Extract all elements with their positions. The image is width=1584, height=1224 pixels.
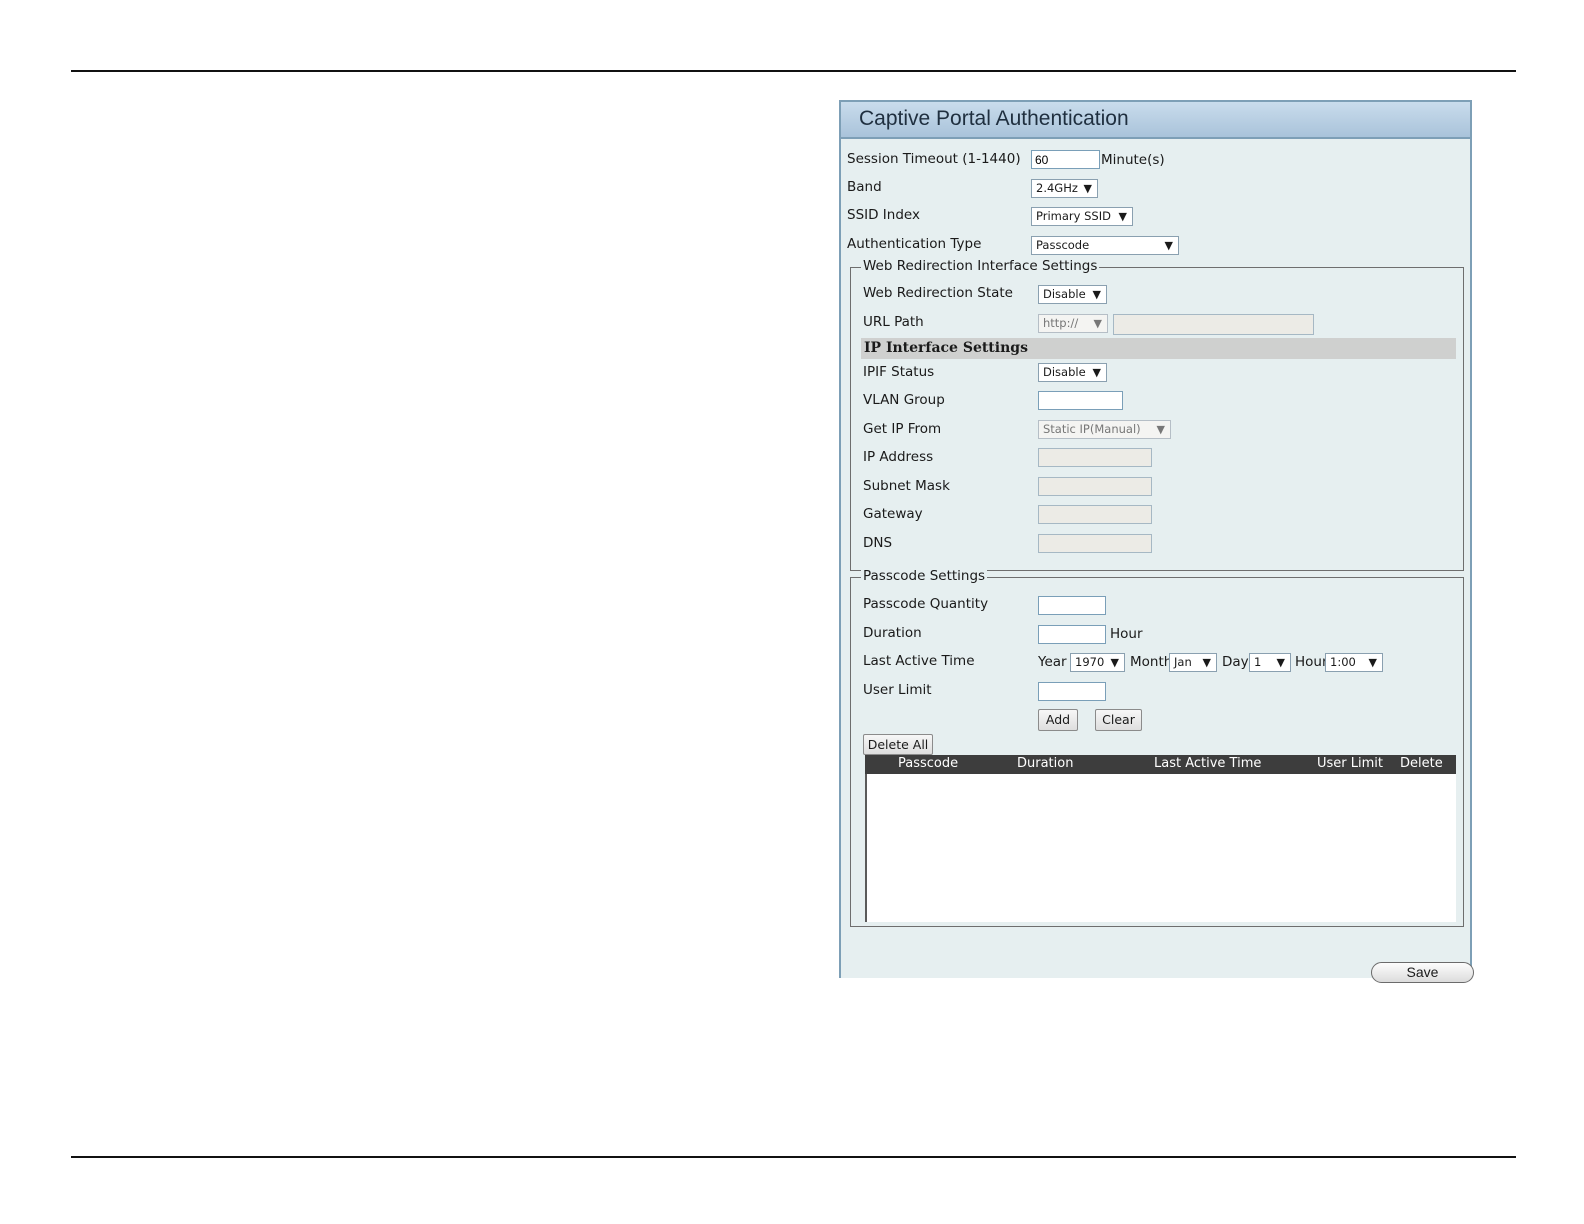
auth-type-label: Authentication Type: [847, 236, 982, 252]
chevron-down-icon: ▼: [1092, 288, 1101, 301]
subnet-mask-input[interactable]: [1038, 477, 1152, 496]
get-ip-from-label: Get IP From: [863, 421, 942, 437]
day-select[interactable]: 1 ▼: [1249, 653, 1291, 672]
ip-interface-header: IP Interface Settings: [861, 338, 1456, 359]
ipif-status-label: IPIF Status: [863, 364, 935, 380]
hour-select[interactable]: 1:00 ▼: [1325, 653, 1383, 672]
chevron-down-icon: ▼: [1202, 656, 1211, 669]
passcode-table-header: Passcode Duration Last Active Time User …: [865, 755, 1456, 774]
ssid-index-selected: Primary SSID: [1036, 209, 1111, 223]
day-label: Day: [1222, 654, 1249, 670]
url-protocol-select[interactable]: http:// ▼: [1038, 314, 1108, 333]
ssid-index-label: SSID Index: [847, 207, 920, 223]
band-select[interactable]: 2.4GHz ▼: [1031, 179, 1098, 198]
column-header: Last Active Time: [1154, 756, 1262, 771]
hour-label: Hour: [1295, 654, 1328, 670]
month-selected: Jan: [1174, 655, 1192, 669]
duration-unit: Hour: [1110, 626, 1143, 642]
passcode-quantity-input[interactable]: [1038, 596, 1106, 615]
panel-title: Captive Portal Authentication: [841, 102, 1470, 139]
bottom-divider: [71, 1156, 1516, 1158]
passcode-legend: Passcode Settings: [861, 568, 988, 584]
dns-input[interactable]: [1038, 534, 1152, 553]
auth-type-select[interactable]: Passcode ▼: [1031, 236, 1179, 255]
duration-input[interactable]: [1038, 625, 1106, 644]
band-label: Band: [847, 179, 882, 195]
session-timeout-unit: Minute(s): [1101, 152, 1165, 168]
save-button[interactable]: Save: [1371, 962, 1474, 983]
year-select[interactable]: 1970 ▼: [1070, 653, 1125, 672]
chevron-down-icon: ▼: [1368, 656, 1377, 669]
url-protocol-selected: http://: [1043, 316, 1079, 330]
auth-type-selected: Passcode: [1036, 238, 1090, 252]
web-redirection-state-selected: Disable: [1043, 287, 1086, 301]
vlan-group-label: VLAN Group: [863, 392, 945, 408]
column-header: Delete: [1400, 756, 1443, 771]
last-active-time-label: Last Active Time: [863, 653, 975, 669]
ipif-status-selected: Disable: [1043, 365, 1086, 379]
get-ip-from-select[interactable]: Static IP(Manual) ▼: [1038, 420, 1171, 439]
month-select[interactable]: Jan ▼: [1169, 653, 1217, 672]
chevron-down-icon: ▼: [1092, 366, 1101, 379]
gateway-label: Gateway: [863, 506, 923, 522]
chevron-down-icon: ▼: [1164, 239, 1173, 252]
ip-address-input[interactable]: [1038, 448, 1152, 467]
passcode-table-body: [865, 774, 1456, 922]
duration-label: Duration: [863, 625, 922, 641]
ip-address-label: IP Address: [863, 449, 934, 465]
chevron-down-icon: ▼: [1093, 317, 1102, 330]
user-limit-label: User Limit: [863, 682, 932, 698]
vlan-group-input[interactable]: [1038, 391, 1123, 410]
user-limit-input[interactable]: [1038, 682, 1106, 701]
add-button[interactable]: Add: [1038, 709, 1078, 731]
passcode-quantity-label: Passcode Quantity: [863, 596, 989, 612]
hour-selected: 1:00: [1330, 655, 1356, 669]
column-header: User Limit: [1317, 756, 1383, 771]
session-timeout-label: Session Timeout (1-1440): [847, 151, 1021, 167]
web-redirection-state-select[interactable]: Disable ▼: [1038, 285, 1107, 304]
web-redirection-state-label: Web Redirection State: [863, 285, 1013, 301]
ipif-status-select[interactable]: Disable ▼: [1038, 363, 1107, 382]
get-ip-from-selected: Static IP(Manual): [1043, 422, 1141, 436]
captive-portal-panel: Captive Portal Authentication Session Ti…: [839, 100, 1474, 983]
clear-button[interactable]: Clear: [1095, 709, 1142, 731]
gateway-input[interactable]: [1038, 505, 1152, 524]
year-label: Year: [1038, 654, 1067, 670]
subnet-mask-label: Subnet Mask: [863, 478, 950, 494]
column-header: Duration: [1017, 756, 1074, 771]
chevron-down-icon: ▼: [1118, 210, 1127, 223]
passcode-group: Passcode Settings Passcode Quantity Dura…: [850, 568, 1464, 927]
band-selected: 2.4GHz: [1036, 181, 1078, 195]
chevron-down-icon: ▼: [1083, 182, 1092, 195]
session-timeout-input[interactable]: [1031, 150, 1100, 169]
top-divider: [71, 70, 1516, 72]
chevron-down-icon: ▼: [1156, 423, 1165, 436]
month-label: Month: [1130, 654, 1173, 670]
delete-all-button[interactable]: Delete All: [863, 734, 933, 755]
chevron-down-icon: ▼: [1110, 656, 1119, 669]
year-selected: 1970: [1075, 655, 1105, 669]
web-redirection-group: Web Redirection Interface Settings Web R…: [850, 258, 1464, 571]
day-selected: 1: [1254, 655, 1262, 669]
dns-label: DNS: [863, 535, 893, 551]
url-path-label: URL Path: [863, 314, 924, 330]
ssid-index-select[interactable]: Primary SSID ▼: [1031, 207, 1133, 226]
url-path-input[interactable]: [1113, 314, 1314, 335]
web-redirection-legend: Web Redirection Interface Settings: [861, 258, 1100, 274]
column-header: Passcode: [898, 756, 959, 771]
chevron-down-icon: ▼: [1276, 656, 1285, 669]
